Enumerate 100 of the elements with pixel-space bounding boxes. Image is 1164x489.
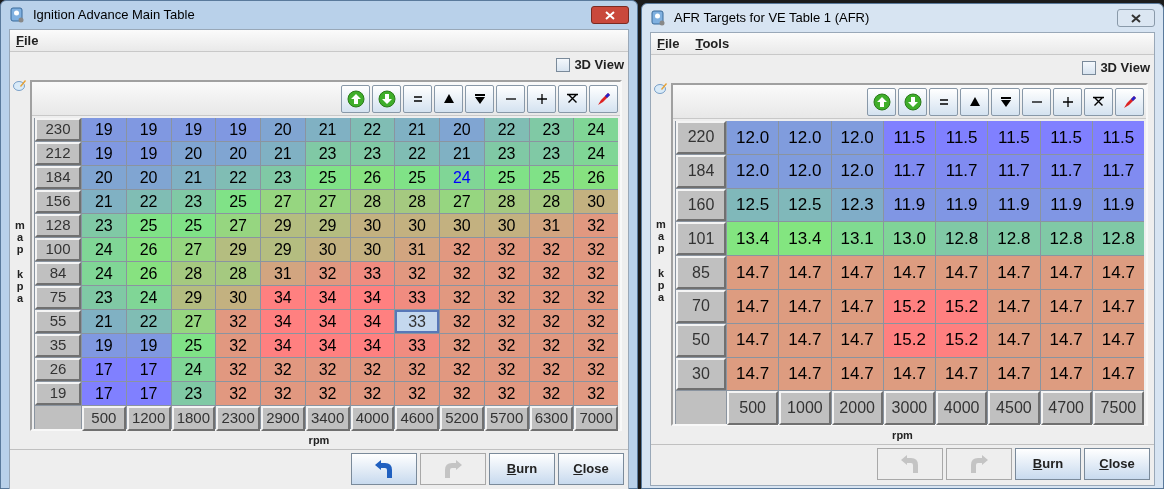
- table-cell[interactable]: 17: [126, 382, 171, 405]
- table-cell[interactable]: 25: [171, 214, 216, 237]
- table-cell[interactable]: 14.7: [779, 357, 831, 391]
- table-cell[interactable]: 32: [440, 358, 484, 381]
- table-cell[interactable]: 13.1: [831, 222, 883, 256]
- table-cell[interactable]: 32: [216, 334, 260, 357]
- table-cell[interactable]: 23: [350, 142, 395, 165]
- toolbar-button[interactable]: [465, 84, 494, 113]
- table-cell[interactable]: 33: [395, 334, 439, 357]
- table-cell[interactable]: 22: [126, 190, 171, 213]
- close-button[interactable]: [591, 6, 629, 24]
- table-cell[interactable]: 11.5: [883, 121, 935, 154]
- table-cell[interactable]: 27: [261, 190, 305, 213]
- table-cell[interactable]: 11.9: [1040, 188, 1092, 222]
- table-cell[interactable]: 21: [82, 190, 126, 213]
- checkbox[interactable]: [1082, 61, 1097, 75]
- table-cell[interactable]: 14.7: [936, 256, 988, 289]
- table-cell[interactable]: 32: [484, 310, 529, 333]
- table-cell[interactable]: 11.5: [936, 121, 988, 154]
- table-cell[interactable]: 23: [529, 142, 574, 165]
- text-button[interactable]: Close: [558, 453, 624, 485]
- table-cell[interactable]: 28: [529, 190, 574, 213]
- menu-item[interactable]: File: [14, 30, 41, 51]
- table-cell[interactable]: 23: [82, 214, 126, 237]
- table-cell[interactable]: 34: [261, 310, 305, 333]
- table-cell[interactable]: 31: [261, 262, 305, 285]
- table-cell[interactable]: 32: [440, 262, 484, 285]
- table-cell[interactable]: 32: [305, 358, 350, 381]
- table-cell[interactable]: 26: [350, 166, 395, 189]
- table-cell[interactable]: 24: [440, 166, 484, 189]
- close-button[interactable]: [1117, 9, 1155, 27]
- table-cell[interactable]: 32: [574, 358, 618, 381]
- table-cell[interactable]: 25: [484, 166, 529, 189]
- table-cell[interactable]: 11.9: [1092, 188, 1144, 222]
- table-cell[interactable]: 14.7: [1092, 357, 1144, 391]
- table-cell[interactable]: 23: [171, 190, 216, 213]
- table-cell[interactable]: 13.4: [727, 222, 779, 256]
- table-cell[interactable]: 26: [574, 166, 618, 189]
- table-cell[interactable]: 19: [126, 118, 171, 141]
- table-cell[interactable]: 19: [126, 142, 171, 165]
- table-cell[interactable]: 29: [305, 214, 350, 237]
- table-cell[interactable]: 12.8: [936, 222, 988, 256]
- table-cell[interactable]: 14.7: [988, 323, 1040, 357]
- table-cell[interactable]: 12.8: [988, 222, 1040, 256]
- table-cell[interactable]: 20: [440, 118, 484, 141]
- table-cell[interactable]: 32: [440, 310, 484, 333]
- table-cell[interactable]: 19: [171, 118, 216, 141]
- table-cell[interactable]: 30: [484, 214, 529, 237]
- table-cell[interactable]: 12.0: [727, 154, 779, 188]
- table-cell[interactable]: 12.0: [727, 121, 779, 154]
- table-cell[interactable]: 14.7: [831, 256, 883, 289]
- table-cell[interactable]: 11.7: [936, 154, 988, 188]
- table-cell[interactable]: 32: [484, 286, 529, 309]
- undo-button[interactable]: [351, 453, 417, 485]
- table-cell[interactable]: 14.7: [1040, 357, 1092, 391]
- table-cell[interactable]: 28: [350, 190, 395, 213]
- text-button[interactable]: Close: [1084, 448, 1150, 481]
- checkbox[interactable]: [556, 58, 571, 72]
- table-cell[interactable]: 34: [261, 334, 305, 357]
- table-cell[interactable]: 30: [350, 238, 395, 261]
- table-cell[interactable]: 17: [82, 382, 126, 405]
- table-cell[interactable]: 32: [529, 334, 574, 357]
- table-cell[interactable]: 29: [261, 238, 305, 261]
- table-cell[interactable]: 32: [440, 382, 484, 405]
- table-cell[interactable]: 12.8: [1092, 222, 1144, 256]
- table-cell[interactable]: 14.7: [779, 323, 831, 357]
- table-cell[interactable]: 32: [529, 286, 574, 309]
- table-cell[interactable]: 30: [350, 214, 395, 237]
- table-cell[interactable]: 32: [574, 334, 618, 357]
- table-cell[interactable]: 17: [82, 358, 126, 381]
- table-cell[interactable]: 31: [395, 238, 439, 261]
- table-cell[interactable]: 25: [216, 190, 260, 213]
- table-cell[interactable]: 23: [261, 166, 305, 189]
- table-cell[interactable]: 15.2: [883, 323, 935, 357]
- table-cell[interactable]: 34: [261, 286, 305, 309]
- table-cell[interactable]: 14.7: [988, 290, 1040, 323]
- table-cell[interactable]: 30: [574, 190, 618, 213]
- table-cell[interactable]: 23: [82, 286, 126, 309]
- table-cell[interactable]: 14.7: [988, 256, 1040, 289]
- table-cell[interactable]: 27: [216, 214, 260, 237]
- table-cell[interactable]: 14.7: [988, 357, 1040, 391]
- table-cell[interactable]: 20: [126, 166, 171, 189]
- table-cell[interactable]: 32: [440, 286, 484, 309]
- table-cell[interactable]: 32: [440, 334, 484, 357]
- table-cell[interactable]: 14.7: [727, 256, 779, 289]
- table-cell[interactable]: 21: [82, 310, 126, 333]
- table-cell[interactable]: 27: [440, 190, 484, 213]
- toolbar-button[interactable]: [527, 84, 556, 113]
- table-cell[interactable]: 32: [261, 382, 305, 405]
- table-cell[interactable]: 21: [440, 142, 484, 165]
- table-cell[interactable]: 12.3: [831, 188, 883, 222]
- table-cell[interactable]: 32: [216, 382, 260, 405]
- table-cell[interactable]: 34: [350, 334, 395, 357]
- table-cell[interactable]: 32: [305, 382, 350, 405]
- table-cell[interactable]: 22: [350, 118, 395, 141]
- table-cell[interactable]: 32: [529, 262, 574, 285]
- table-cell[interactable]: 24: [574, 142, 618, 165]
- table-cell[interactable]: 11.5: [1092, 121, 1144, 154]
- table-cell[interactable]: 11.5: [1040, 121, 1092, 154]
- table-cell[interactable]: 28: [484, 190, 529, 213]
